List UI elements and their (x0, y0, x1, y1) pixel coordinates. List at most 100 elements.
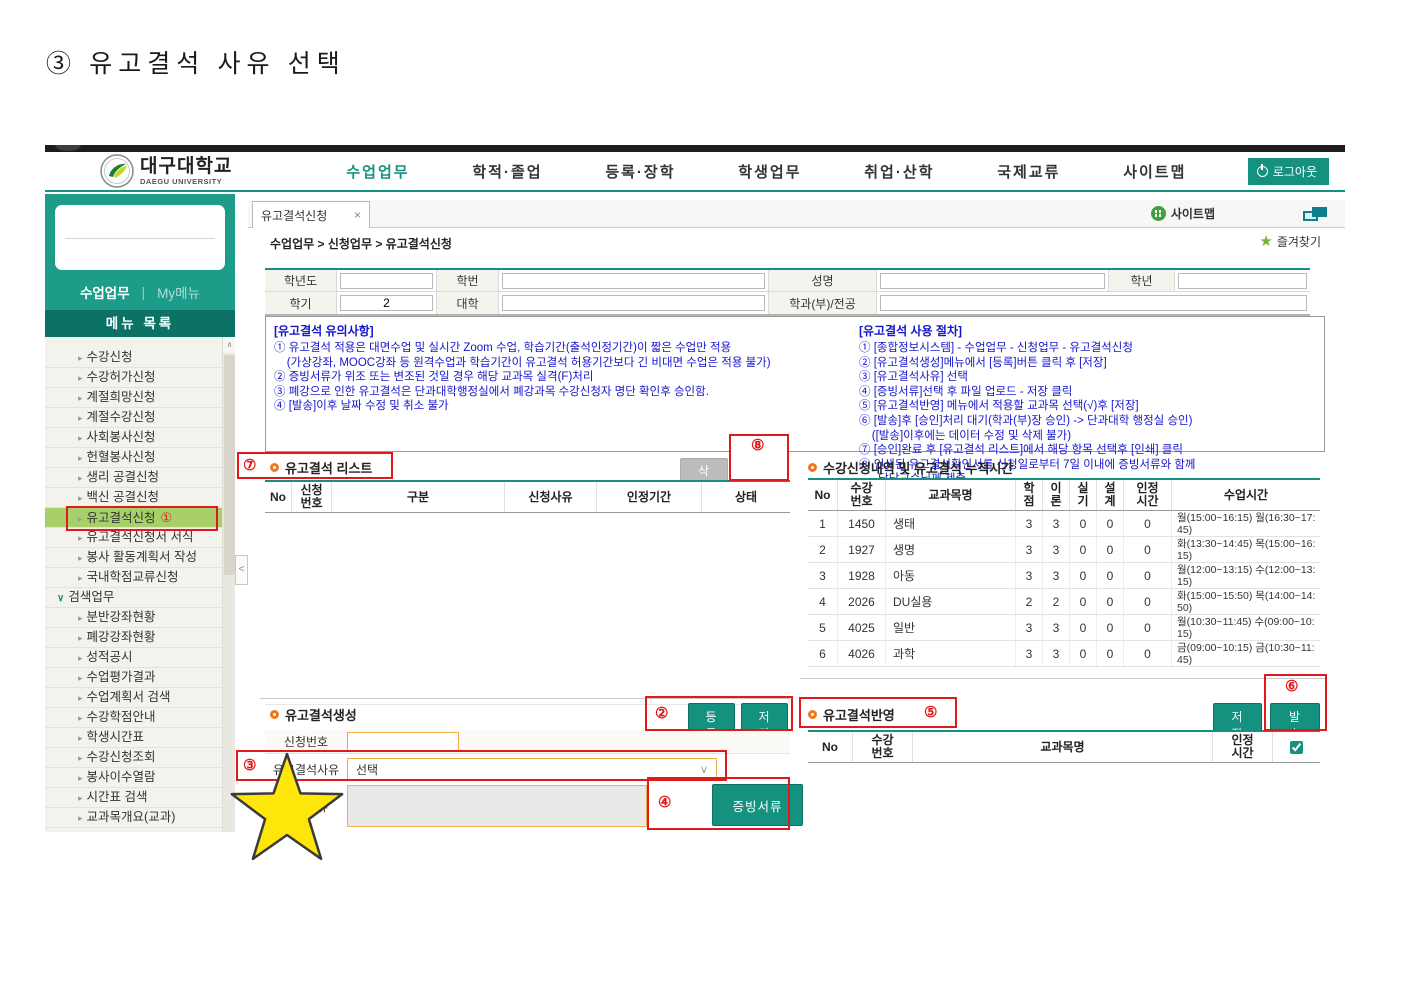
sidebar-collapse-button[interactable]: < (235, 555, 248, 585)
tab-absence-application[interactable]: 유고결석신청 × (252, 201, 370, 228)
grade-field[interactable] (1178, 272, 1307, 289)
year-field[interactable] (340, 272, 433, 289)
university-emblem-icon (100, 154, 134, 188)
sidebar-item[interactable]: ▸ 수업계획서 검색 (45, 688, 222, 708)
name-field[interactable] (880, 272, 1105, 289)
sidebar-item-label: 수업계획서 검색 (86, 690, 171, 704)
sidebar-item[interactable]: ▸ 수강학점안내 (45, 708, 222, 728)
nav-item[interactable]: 등록·장학 (605, 161, 675, 182)
sidebar-item[interactable]: ▸ 수강신청 (45, 348, 222, 368)
sidebar-item-label: 백신 공결신청 (86, 490, 160, 504)
field-label: 학기 (265, 292, 337, 314)
table-cell: 0 (1070, 589, 1097, 614)
table-cell: 3 (1016, 615, 1043, 640)
nav-item[interactable]: 학생업무 (738, 161, 801, 182)
logout-button[interactable]: 로그아웃 (1247, 157, 1329, 185)
sidebar-item[interactable]: ▸ 시간표 검색 (45, 788, 222, 808)
menu-list-title: 메뉴 목록 (45, 310, 235, 337)
sidebar-tab-mymenu[interactable]: My메뉴 (157, 282, 200, 302)
nav-item[interactable]: 사이트맵 (1123, 161, 1186, 182)
sidebar-tab-lecture[interactable]: 수업업무 (80, 282, 130, 302)
sidebar-item[interactable]: ▸ 학생시간표 (45, 728, 222, 748)
sidebar-item-label: 학생시간표 (86, 730, 145, 744)
sidebar-item[interactable]: ∨ 검색업무 (45, 588, 222, 608)
sidebar-tabs: 수업업무 | My메뉴 (45, 278, 235, 306)
table-cell: 3 (1043, 615, 1070, 640)
nav-item[interactable]: 학적·졸업 (472, 161, 542, 182)
evidence-button[interactable]: 증빙서류 (712, 784, 803, 826)
sidebar-item[interactable]: ▸ 수강허가신청 (45, 368, 222, 388)
sidebar-scrollbar[interactable]: ∧ (222, 337, 235, 832)
table-cell: 2 (1016, 589, 1043, 614)
column-header: 수업시간 (1223, 487, 1269, 502)
detail-reason-textarea[interactable] (347, 785, 647, 827)
table-cell: 0 (1124, 641, 1172, 666)
student-id-field[interactable] (502, 272, 765, 289)
column-header: No (265, 482, 292, 512)
sidebar-item[interactable]: ▸ 계절희망신청 (45, 388, 222, 408)
notice-line: ③ [유고결석사유] 선택 (859, 371, 968, 384)
sidebar-item[interactable]: ▸ 봉사 활동계획서 작성 (45, 548, 222, 568)
sidebar-item[interactable]: ▸ 유고결석신청 ① (45, 508, 222, 528)
table-cell: 0 (1124, 615, 1172, 640)
sidebar-item[interactable]: ▸ 분반강좌현황 (45, 608, 222, 628)
bullet-icon (808, 710, 817, 719)
absence-reason-select[interactable]: 선택 ∨ (347, 757, 717, 781)
sidebar-item-label: 검색업무 (68, 590, 115, 604)
nav-item[interactable]: 수업업무 (346, 161, 409, 182)
field-label: 대학 (437, 292, 499, 314)
tab-close-icon[interactable]: × (354, 208, 361, 222)
triangle-right-icon: ▸ (78, 753, 83, 763)
sidebar-item-label: 교과목개요(교과) (86, 810, 176, 824)
table-cell: 4 (808, 589, 838, 614)
sidebar-item-label: 사회봉사신청 (86, 430, 156, 444)
sidebar-item[interactable]: ▸ 헌혈봉사신청 (45, 448, 222, 468)
nav-item[interactable]: 국제교류 (997, 161, 1060, 182)
triangle-right-icon: ▸ (78, 813, 83, 823)
absence-list-title: 유고결석 리스트 (270, 458, 372, 477)
sidebar-item[interactable]: ▸ 교과목개요(교과) (45, 808, 222, 828)
table-cell: 1450 (838, 511, 886, 536)
sidebar-item[interactable]: ▸ 생리 공결신청 (45, 468, 222, 488)
new-window-icon[interactable] (1303, 207, 1327, 221)
select-all-checkbox[interactable] (1290, 740, 1303, 754)
table-row: 5 4025 일반 3 3 0 0 0 월(10:30~11:45) 수(09:00~10:15… (808, 615, 1320, 641)
sidebar-item[interactable]: ▸ 백신 공결신청 (45, 488, 222, 508)
sidebar-menu: ▸ 수강신청 ▸ 수강허가신청 ▸ 계절희망신청 ▸ 계절수강신청 ▸ 사회봉사신청 ▸ 헌혈봉사신청… (45, 337, 235, 832)
triangle-right-icon: ▸ (78, 693, 83, 703)
sidebar-item[interactable]: ▸ 유고결석신청서 서식 (45, 528, 222, 548)
semester-field[interactable] (340, 295, 433, 311)
sidebar-item[interactable]: ▸ 수업평가결과 (45, 668, 222, 688)
sidebar-item[interactable]: ▸ 국내학점교류신청 (45, 568, 222, 588)
table-cell: 1 (808, 511, 838, 536)
table-cell: 0 (1124, 511, 1172, 536)
table-cell: 월(15:00~16:15) 월(16:30~17:45) (1177, 511, 1316, 536)
sidebar-item[interactable]: ▸ 폐강강좌현황 (45, 628, 222, 648)
apply-no-field[interactable] (347, 731, 459, 752)
table-cell: 1927 (838, 537, 886, 562)
table-cell: 과학 (886, 641, 1016, 666)
favorites-button[interactable]: ★ 즐겨찾기 (1259, 233, 1321, 250)
table-cell: 4025 (838, 615, 886, 640)
field-label: 성명 (769, 270, 877, 291)
college-field[interactable] (502, 295, 765, 311)
sidebar-item[interactable]: ▸ 수강신청조회 (45, 748, 222, 768)
sidebar-item[interactable]: ▸ 계절수강신청 (45, 408, 222, 428)
scrollbar-thumb[interactable] (224, 355, 235, 575)
table-cell: 일반 (886, 615, 1016, 640)
tab-strip: 유고결석신청 × 사이트맵 (248, 200, 1345, 228)
sidebar-item[interactable]: ▸··· (45, 828, 222, 832)
table-cell: 월(10:30~11:45) 수(09:00~10:15) (1177, 615, 1315, 640)
sidebar-item[interactable]: ▸ 봉사이수열람 (45, 768, 222, 788)
major-field[interactable] (880, 295, 1307, 311)
bullet-icon (270, 710, 279, 719)
table-cell: 2026 (838, 589, 886, 614)
nav-item[interactable]: 취업·산학 (864, 161, 934, 182)
sidebar-item[interactable]: ▸ 사회봉사신청 (45, 428, 222, 448)
table-cell: 3 (1043, 511, 1070, 536)
field-label: 학과(부)/전공 (769, 292, 877, 314)
absence-reason-label: 유고결석사유 (272, 762, 340, 777)
scroll-up-icon[interactable]: ∧ (223, 337, 235, 353)
sidebar-item[interactable]: ▸ 성적공시 (45, 648, 222, 668)
sitemap-button[interactable]: 사이트맵 (1150, 205, 1215, 222)
